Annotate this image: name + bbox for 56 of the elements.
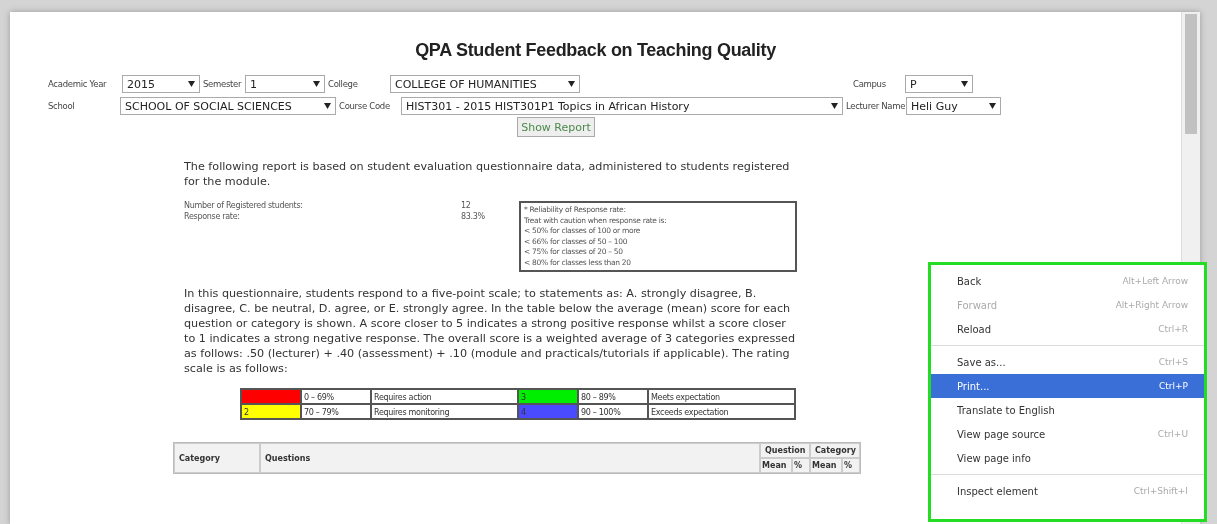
caret-icon bbox=[961, 81, 968, 87]
dropdown[interactable]: SCHOOL OF SOCIAL SCIENCES bbox=[120, 97, 336, 115]
caret-icon bbox=[831, 103, 838, 109]
menu-item[interactable]: Reload Ctrl+R bbox=[931, 317, 1204, 341]
rating-meaning: Exceeds expectation bbox=[648, 404, 795, 419]
stat-label: Number of Registered students: bbox=[184, 201, 304, 210]
rating-swatch: 3 bbox=[518, 389, 578, 404]
stat-label: Response rate: bbox=[184, 212, 241, 221]
field-label: Lecturer Name bbox=[846, 101, 906, 111]
column-header: Category bbox=[174, 443, 260, 473]
dropdown[interactable]: 2015 bbox=[122, 75, 200, 93]
caret-icon bbox=[568, 81, 575, 87]
field-label: Academic Year bbox=[48, 79, 108, 89]
rating-range: 70 – 79% bbox=[301, 404, 371, 419]
field-label: Campus bbox=[853, 79, 887, 89]
caret-icon bbox=[313, 81, 320, 87]
stat-value: 83.3% bbox=[461, 212, 486, 221]
dropdown[interactable]: COLLEGE OF HUMANITIES bbox=[390, 75, 580, 93]
menu-item[interactable]: Save as... Ctrl+S bbox=[931, 350, 1204, 374]
column-header: % bbox=[842, 458, 860, 473]
explanation-text: In this questionnaire, students respond to a five-point scale; to statements as: A. strongly disagree, B. disagree, C. be neutral, D. agree, or E. strongly agree. In the table below the average (mean) score for each question or category is shown. A score closer to 5 indicates a strong positive response whilst a score closer to 1 indicates a strong negative response. The overall score is a weighted average of 3 categories expressed as follows: .50 (lecturer) + .40 (assessment) + .10 (module and practicals/tutorials if applicable). The rating scale is as follows: bbox=[184, 286, 797, 376]
caret-icon bbox=[188, 81, 195, 87]
menu-item[interactable]: View page source Ctrl+U bbox=[931, 422, 1204, 446]
field-label: School bbox=[48, 101, 76, 111]
dropdown[interactable]: HIST301 - 2015 HIST301P1 Topics in African History bbox=[401, 97, 843, 115]
column-header: Question bbox=[760, 443, 810, 458]
dropdown[interactable]: 1 bbox=[245, 75, 325, 93]
rating-meaning: Requires action bbox=[371, 389, 518, 404]
rating-range: 80 – 89% bbox=[578, 389, 648, 404]
field-label: Semester bbox=[203, 79, 243, 89]
rating-meaning: Requires monitoring bbox=[371, 404, 518, 419]
stat-value: 12 bbox=[461, 201, 472, 210]
caret-icon bbox=[324, 103, 331, 109]
rating-range: 90 – 100% bbox=[578, 404, 648, 419]
report-title: QPA Student Feedback on Teaching Quality bbox=[414, 40, 777, 61]
column-header: Questions bbox=[260, 443, 760, 473]
rating-range: 0 – 69% bbox=[301, 389, 371, 404]
menu-item[interactable]: Back Alt+Left Arrow bbox=[931, 269, 1204, 293]
column-header: Category bbox=[810, 443, 860, 458]
column-header: Mean bbox=[810, 458, 842, 473]
column-header: % bbox=[792, 458, 810, 473]
menu-item[interactable]: View page info bbox=[931, 446, 1204, 470]
menu-item[interactable]: Translate to English bbox=[931, 398, 1204, 422]
rating-swatch: 4 bbox=[518, 404, 578, 419]
rating-meaning: Meets expectation bbox=[648, 389, 795, 404]
dropdown[interactable]: Heli Guy bbox=[906, 97, 1001, 115]
caret-icon bbox=[989, 103, 996, 109]
intro-text: The following report is based on student evaluation questionnaire data, administered to students registered for the module. bbox=[184, 159, 791, 189]
menu-item[interactable]: Inspect element Ctrl+Shift+I bbox=[931, 479, 1204, 503]
field-label: College bbox=[328, 79, 359, 89]
menu-item[interactable]: Print... Ctrl+P bbox=[931, 374, 1204, 398]
field-label: Course Code bbox=[339, 101, 391, 111]
show-report-button[interactable]: Show Report bbox=[517, 117, 595, 137]
dropdown[interactable]: P bbox=[905, 75, 973, 93]
column-header: Mean bbox=[760, 458, 792, 473]
rating-swatch: 2 bbox=[241, 404, 301, 419]
